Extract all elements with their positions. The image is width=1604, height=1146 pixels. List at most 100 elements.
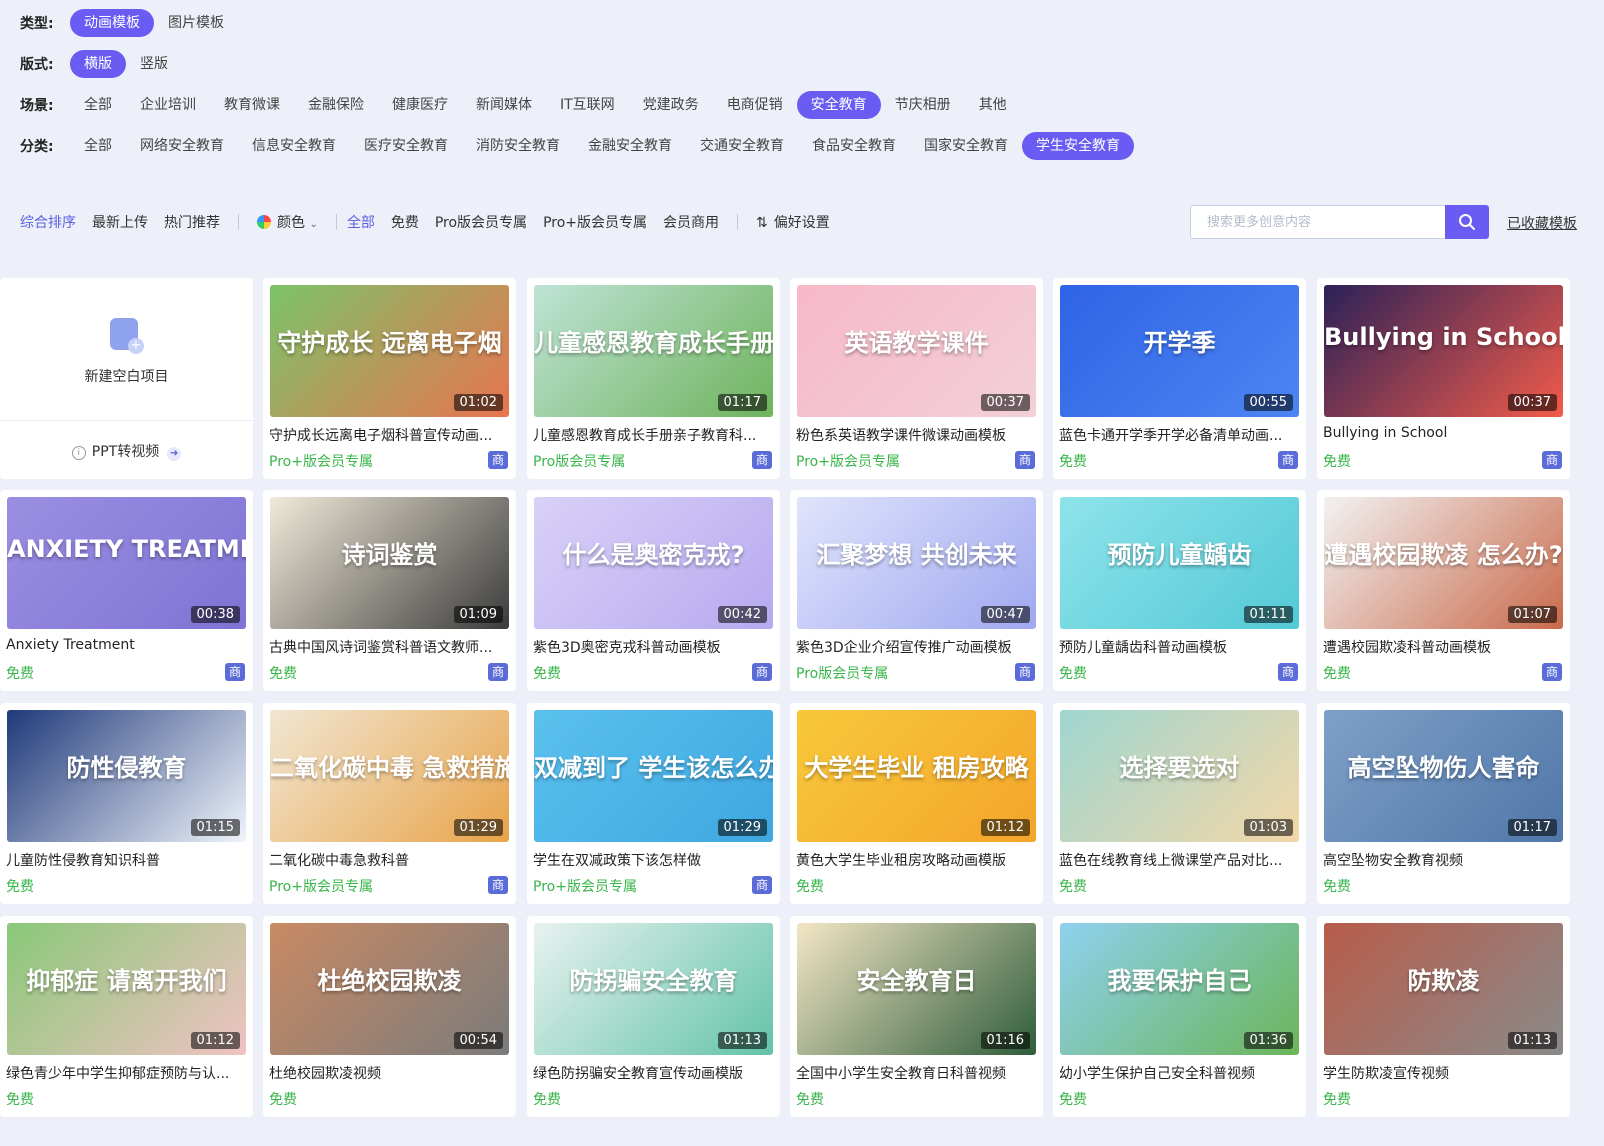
template-title[interactable]: 守护成长远离电子烟科普宣传动画... [269, 425, 509, 445]
template-title[interactable]: 绿色青少年中学生抑郁症预防与认... [6, 1063, 246, 1083]
template-card[interactable]: 汇聚梦想 共创未来 00:47 紫色3D企业介绍宣传推广动画模板 Pro版会员专属 商 [790, 490, 1043, 691]
template-thumbnail[interactable]: 儿童感恩教育成长手册 01:17 [534, 285, 773, 417]
template-card[interactable]: 双减到了 学生该怎么办 01:29 学生在双减政策下该怎样做 Pro+版会员专属 商 [527, 703, 780, 904]
template-title[interactable]: 紫色3D奥密克戎科普动画模板 [533, 637, 773, 657]
template-card[interactable]: 安全教育日 01:16 全国中小学生安全教育日科普视频 免费 [790, 916, 1043, 1117]
template-card[interactable]: 高空坠物伤人害命 01:17 高空坠物安全教育视频 免费 [1317, 703, 1570, 904]
template-title[interactable]: 预防儿童龋齿科普动画模板 [1059, 637, 1299, 657]
filter-option[interactable]: 电商促销 [713, 91, 797, 119]
filter-option[interactable]: 食品安全教育 [798, 132, 910, 160]
search-input[interactable] [1191, 206, 1453, 238]
template-card[interactable]: Bullying in School 00:37 Bullying in Schoo… [1317, 278, 1570, 479]
template-card[interactable]: 杜绝校园欺凌 00:54 杜绝校园欺凌视频 免费 [263, 916, 516, 1117]
template-thumbnail[interactable]: ANXIETY TREATMENT 00:38 [7, 497, 246, 629]
template-title[interactable]: 儿童防性侵教育知识科普 [6, 850, 246, 870]
price-pro[interactable]: Pro版会员专属 [427, 212, 535, 232]
template-title[interactable]: Anxiety Treatment [6, 637, 246, 653]
template-thumbnail[interactable]: 预防儿童龋齿 01:11 [1060, 497, 1299, 629]
template-title[interactable]: 学生防欺凌宣传视频 [1323, 1063, 1563, 1083]
filter-option[interactable]: 安全教育 [796, 91, 881, 119]
filter-option[interactable]: 金融安全教育 [574, 132, 686, 160]
filter-option[interactable]: 健康医疗 [378, 91, 462, 119]
template-card[interactable]: 遭遇校园欺凌 怎么办? 01:07 遭遇校园欺凌科普动画模板 免费 商 [1317, 490, 1570, 691]
filter-option[interactable]: 横版 [70, 50, 126, 78]
sort-comprehensive[interactable]: 综合排序 [20, 212, 84, 232]
template-card[interactable]: 防欺凌 01:13 学生防欺凌宣传视频 免费 [1317, 916, 1570, 1117]
template-thumbnail[interactable]: 防拐骗安全教育 01:13 [534, 923, 773, 1055]
template-title[interactable]: 粉色系英语教学课件微课动画模板 [796, 425, 1036, 445]
template-thumbnail[interactable]: 汇聚梦想 共创未来 00:47 [797, 497, 1036, 629]
filter-option[interactable]: 竖版 [126, 50, 182, 78]
filter-option[interactable]: 企业培训 [126, 91, 210, 119]
filter-option[interactable]: 消防安全教育 [462, 132, 574, 160]
filter-option[interactable]: 金融保险 [294, 91, 378, 119]
template-title[interactable]: 高空坠物安全教育视频 [1323, 850, 1563, 870]
filter-option[interactable]: IT互联网 [546, 91, 629, 119]
template-thumbnail[interactable]: 什么是奥密克戎? 00:42 [534, 497, 773, 629]
template-thumbnail[interactable]: 遭遇校园欺凌 怎么办? 01:07 [1324, 497, 1563, 629]
template-thumbnail[interactable]: 诗词鉴赏 01:09 [270, 497, 509, 629]
template-thumbnail[interactable]: 大学生毕业 租房攻略 01:12 [797, 710, 1036, 842]
filter-option[interactable]: 信息安全教育 [238, 132, 350, 160]
template-card[interactable]: 预防儿童龋齿 01:11 预防儿童龋齿科普动画模板 免费 商 [1053, 490, 1306, 691]
filter-option[interactable]: 全部 [70, 91, 126, 119]
template-title[interactable]: 遭遇校园欺凌科普动画模板 [1323, 637, 1563, 657]
template-card[interactable]: 开学季 00:55 蓝色卡通开学季开学必备清单动画... 免费 商 [1053, 278, 1306, 479]
template-thumbnail[interactable]: 抑郁症 请离开我们 01:12 [7, 923, 246, 1055]
template-card[interactable]: 选择要选对 01:03 蓝色在线教育线上微课堂产品对比... 免费 [1053, 703, 1306, 904]
template-thumbnail[interactable]: 杜绝校园欺凌 00:54 [270, 923, 509, 1055]
template-title[interactable]: 蓝色在线教育线上微课堂产品对比... [1059, 850, 1299, 870]
sort-latest[interactable]: 最新上传 [84, 212, 156, 232]
template-thumbnail[interactable]: 安全教育日 01:16 [797, 923, 1036, 1055]
template-thumbnail[interactable]: 双减到了 学生该怎么办 01:29 [534, 710, 773, 842]
template-title[interactable]: 紫色3D企业介绍宣传推广动画模板 [796, 637, 1036, 657]
filter-option[interactable]: 动画模板 [70, 9, 154, 37]
filter-option[interactable]: 节庆相册 [881, 91, 965, 119]
filter-option[interactable]: 网络安全教育 [126, 132, 238, 160]
template-title[interactable]: 学生在双减政策下该怎样做 [533, 850, 773, 870]
template-card[interactable]: 防拐骗安全教育 01:13 绿色防拐骗安全教育宣传动画模版 免费 [527, 916, 780, 1117]
template-card[interactable]: 英语教学课件 00:37 粉色系英语教学课件微课动画模板 Pro+版会员专属 商 [790, 278, 1043, 479]
template-card[interactable]: 守护成长 远离电子烟 01:02 守护成长远离电子烟科普宣传动画... Pro+版会员… [263, 278, 516, 479]
template-thumbnail[interactable]: 我要保护自己 01:36 [1060, 923, 1299, 1055]
template-title[interactable]: 绿色防拐骗安全教育宣传动画模版 [533, 1063, 773, 1083]
template-card[interactable]: 二氧化碳中毒 急救措施 01:29 二氧化碳中毒急救科普 Pro+版会员专属 商 [263, 703, 516, 904]
template-thumbnail[interactable]: 高空坠物伤人害命 01:17 [1324, 710, 1563, 842]
sort-popular[interactable]: 热门推荐 [156, 212, 228, 232]
ppt-to-video-link[interactable]: i PPT转视频 ➜ [0, 441, 253, 461]
template-thumbnail[interactable]: 选择要选对 01:03 [1060, 710, 1299, 842]
filter-option[interactable]: 学生安全教育 [1022, 132, 1134, 160]
template-thumbnail[interactable]: Bullying in School 00:37 [1324, 285, 1563, 417]
template-thumbnail[interactable]: 二氧化碳中毒 急救措施 01:29 [270, 710, 509, 842]
template-title[interactable]: 黄色大学生毕业租房攻略动画模版 [796, 850, 1036, 870]
filter-option[interactable]: 医疗安全教育 [350, 132, 462, 160]
template-title[interactable]: 蓝色卡通开学季开学必备清单动画... [1059, 425, 1299, 445]
template-title[interactable]: 杜绝校园欺凌视频 [269, 1063, 509, 1083]
filter-option[interactable]: 全部 [70, 132, 126, 160]
template-card[interactable]: 我要保护自己 01:36 幼小学生保护自己安全科普视频 免费 [1053, 916, 1306, 1117]
preference-settings[interactable]: ⇅ 偏好设置 [748, 212, 838, 232]
price-pro-plus[interactable]: Pro+版会员专属 [535, 212, 655, 232]
price-all[interactable]: 全部 [347, 212, 383, 232]
filter-option[interactable]: 国家安全教育 [910, 132, 1022, 160]
color-filter[interactable]: 颜色 ⌄ [249, 212, 326, 232]
template-card[interactable]: 大学生毕业 租房攻略 01:12 黄色大学生毕业租房攻略动画模版 免费 [790, 703, 1043, 904]
price-commercial[interactable]: 会员商用 [655, 212, 727, 232]
search-button[interactable] [1445, 205, 1489, 239]
template-title[interactable]: Bullying in School [1323, 425, 1563, 441]
template-title[interactable]: 幼小学生保护自己安全科普视频 [1059, 1063, 1299, 1083]
filter-option[interactable]: 其他 [965, 91, 1021, 119]
template-card[interactable]: 防性侵教育 01:15 儿童防性侵教育知识科普 免费 [0, 703, 253, 904]
template-title[interactable]: 二氧化碳中毒急救科普 [269, 850, 509, 870]
template-card[interactable]: 儿童感恩教育成长手册 01:17 儿童感恩教育成长手册亲子教育科... Pro版会员专… [527, 278, 780, 479]
new-blank-project-card[interactable]: 新建空白项目 i PPT转视频 ➜ [0, 278, 253, 479]
template-thumbnail[interactable]: 开学季 00:55 [1060, 285, 1299, 417]
filter-option[interactable]: 新闻媒体 [462, 91, 546, 119]
filter-option[interactable]: 交通安全教育 [686, 132, 798, 160]
template-thumbnail[interactable]: 英语教学课件 00:37 [797, 285, 1036, 417]
template-title[interactable]: 古典中国风诗词鉴赏科普语文教师... [269, 637, 509, 657]
filter-option[interactable]: 图片模板 [154, 9, 238, 37]
template-card[interactable]: 什么是奥密克戎? 00:42 紫色3D奥密克戎科普动画模板 免费 商 [527, 490, 780, 691]
saved-templates-link[interactable]: 已收藏模板 [1507, 213, 1577, 233]
price-free[interactable]: 免费 [383, 212, 427, 232]
